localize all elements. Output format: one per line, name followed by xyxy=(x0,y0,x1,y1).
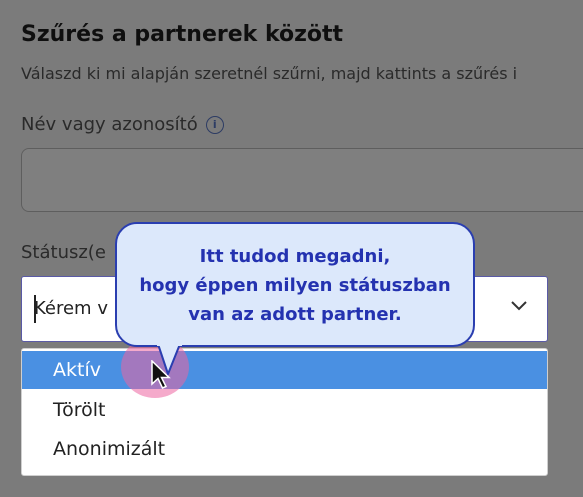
option-torolt[interactable]: Törölt xyxy=(22,391,547,429)
option-aktiv[interactable]: Aktív xyxy=(22,351,547,389)
status-dropdown-list: Aktív Törölt Anonimizált xyxy=(21,348,548,476)
tooltip-line: hogy éppen milyen státuszban xyxy=(139,275,451,296)
option-anonimizalt[interactable]: Anonimizált xyxy=(22,430,547,468)
tooltip-line: Itt tudod megadni, xyxy=(199,246,391,267)
tooltip-line: van az adott partner. xyxy=(188,304,402,325)
chevron-down-icon[interactable] xyxy=(511,301,527,311)
help-tooltip: Itt tudod megadni, hogy éppen milyen stá… xyxy=(115,222,475,347)
status-select-value: Kérem v xyxy=(34,298,108,319)
tooltip-pointer xyxy=(157,344,182,375)
